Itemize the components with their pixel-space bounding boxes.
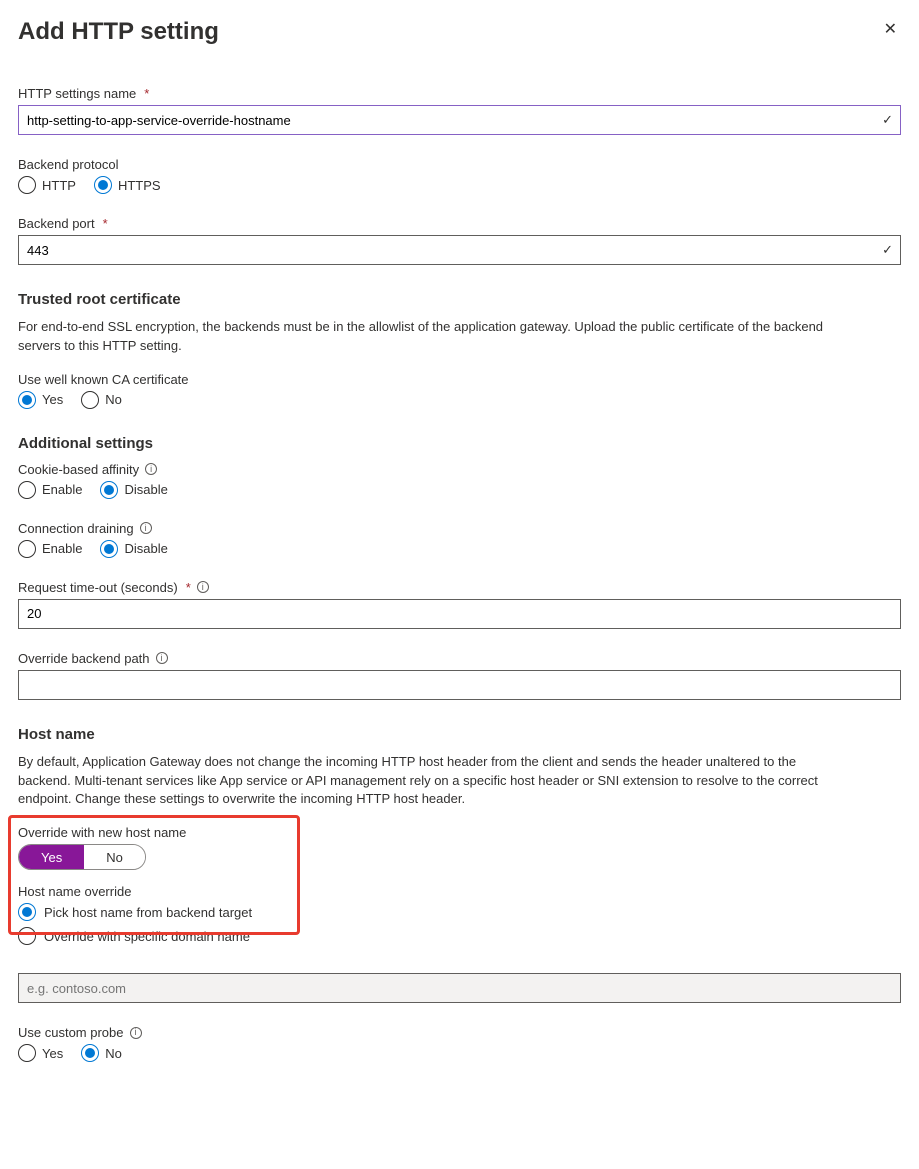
https-option-label: HTTPS (118, 178, 161, 193)
override-no-option[interactable]: No (84, 845, 145, 869)
override-backend-path-input[interactable] (18, 670, 901, 700)
override-yes-option[interactable]: Yes (19, 845, 84, 869)
custom-probe-label: Use custom probe (18, 1025, 124, 1040)
ca-yes-radio[interactable]: Yes (18, 391, 63, 409)
ca-certificate-label: Use well known CA certificate (18, 372, 189, 387)
domain-name-input (18, 973, 901, 1003)
override-new-hostname-label: Override with new host name (18, 825, 186, 840)
backend-port-label: Backend port (18, 216, 95, 231)
drain-disable-radio[interactable]: Disable (100, 540, 167, 558)
info-icon[interactable]: i (197, 581, 209, 593)
probe-yes-label: Yes (42, 1046, 63, 1061)
request-timeout-label: Request time-out (seconds) (18, 580, 178, 595)
host-name-description: By default, Application Gateway does not… (18, 753, 848, 810)
drain-enable-radio[interactable]: Enable (18, 540, 82, 558)
info-icon[interactable]: i (145, 463, 157, 475)
checkmark-icon: ✓ (882, 112, 893, 128)
host-name-title: Host name (18, 726, 901, 743)
http-settings-name-label: HTTP settings name (18, 86, 136, 101)
override-specific-domain-radio[interactable]: Override with specific domain name (18, 927, 901, 945)
connection-draining-label: Connection draining (18, 521, 134, 536)
override-hostname-toggle[interactable]: Yes No (18, 844, 146, 870)
trusted-root-title: Trusted root certificate (18, 291, 901, 308)
backend-protocol-https-radio[interactable]: HTTPS (94, 176, 161, 194)
http-settings-name-input[interactable] (18, 105, 901, 135)
ca-no-radio[interactable]: No (81, 391, 122, 409)
additional-settings-title: Additional settings (18, 435, 901, 452)
cookie-enable-radio[interactable]: Enable (18, 481, 82, 499)
drain-disable-label: Disable (124, 541, 167, 556)
info-icon[interactable]: i (156, 652, 168, 664)
http-option-label: HTTP (42, 178, 76, 193)
required-indicator: * (103, 216, 108, 231)
custom-probe-yes-radio[interactable]: Yes (18, 1044, 63, 1062)
close-icon[interactable]: ✕ (880, 18, 901, 42)
pick-backend-target-radio[interactable]: Pick host name from backend target (18, 903, 901, 921)
custom-probe-no-radio[interactable]: No (81, 1044, 122, 1062)
probe-no-label: No (105, 1046, 122, 1061)
trusted-root-description: For end-to-end SSL encryption, the backe… (18, 318, 848, 356)
drain-enable-label: Enable (42, 541, 82, 556)
info-icon[interactable]: i (140, 522, 152, 534)
override-specific-label: Override with specific domain name (44, 929, 250, 944)
required-indicator: * (144, 86, 149, 101)
cookie-enable-label: Enable (42, 482, 82, 497)
cookie-disable-radio[interactable]: Disable (100, 481, 167, 499)
info-icon[interactable]: i (130, 1027, 142, 1039)
pick-backend-label: Pick host name from backend target (44, 905, 252, 920)
page-title: Add HTTP setting (18, 18, 219, 46)
ca-yes-label: Yes (42, 392, 63, 407)
backend-port-input[interactable] (18, 235, 901, 265)
ca-no-label: No (105, 392, 122, 407)
host-name-override-label: Host name override (18, 884, 131, 899)
override-backend-path-label: Override backend path (18, 651, 150, 666)
request-timeout-input[interactable] (18, 599, 901, 629)
checkmark-icon: ✓ (882, 242, 893, 258)
backend-protocol-label: Backend protocol (18, 157, 118, 172)
backend-protocol-http-radio[interactable]: HTTP (18, 176, 76, 194)
cookie-disable-label: Disable (124, 482, 167, 497)
required-indicator: * (186, 580, 191, 595)
cookie-affinity-label: Cookie-based affinity (18, 462, 139, 477)
